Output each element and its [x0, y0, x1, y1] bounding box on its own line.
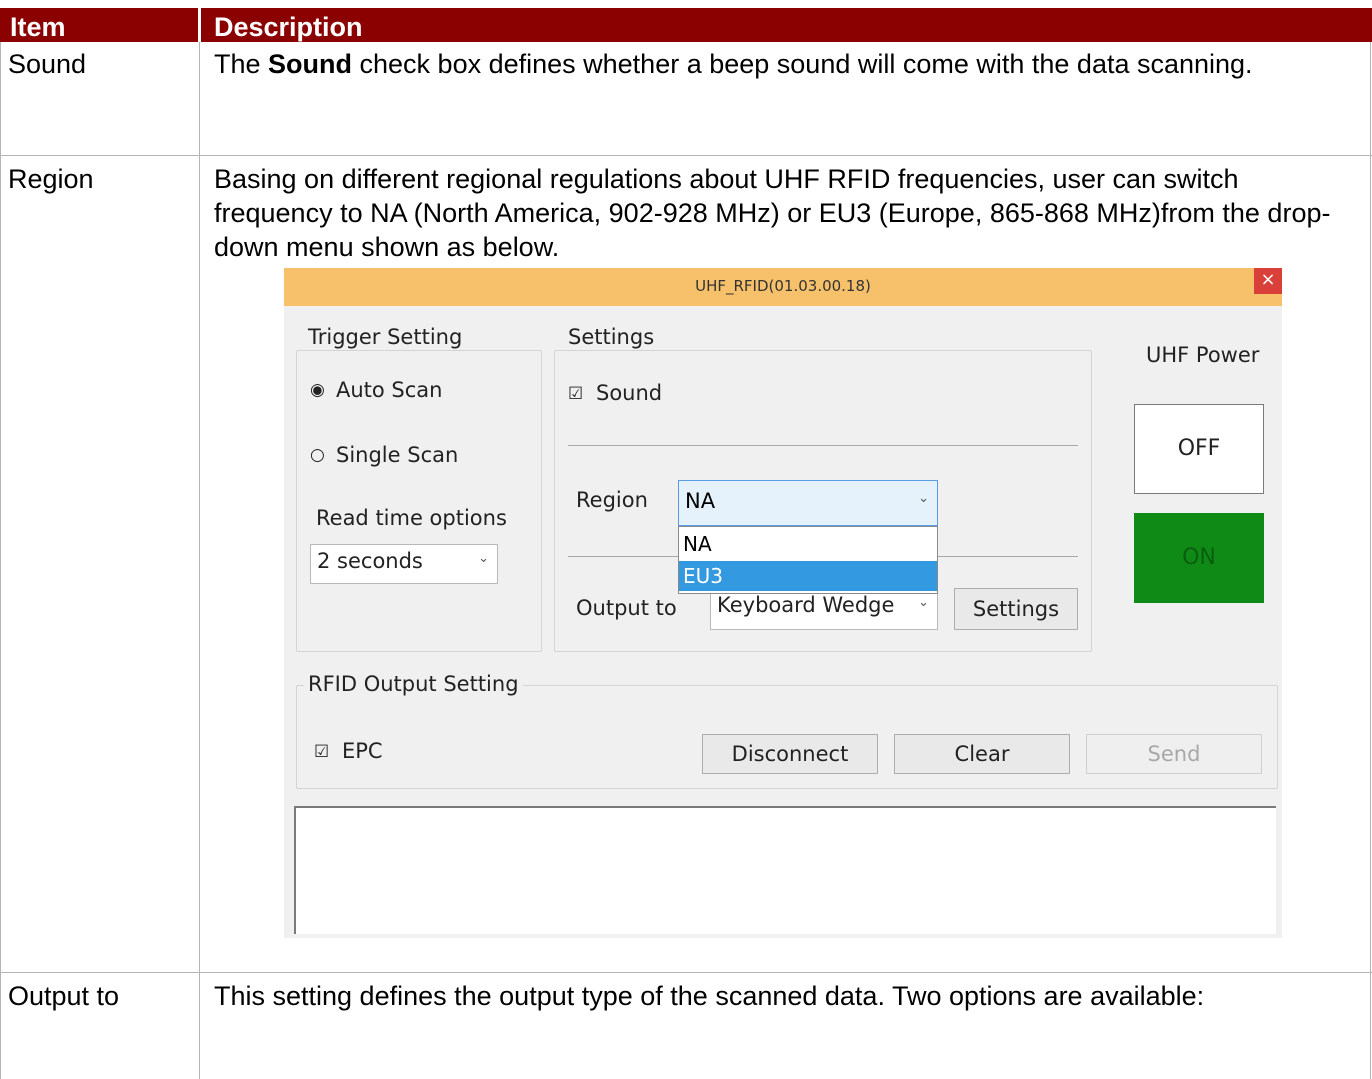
output-select[interactable]: Keyboard Wedge ⌄ [710, 588, 938, 630]
row-sound-item: Sound [8, 49, 87, 79]
chevron-down-icon: ⌄ [918, 595, 929, 610]
send-button[interactable]: Send [1086, 734, 1262, 774]
auto-scan-label[interactable]: Auto Scan [336, 378, 443, 402]
table-column-divider [199, 42, 200, 1079]
desc-bold: Sound [268, 49, 353, 79]
region-label: Region [576, 488, 648, 512]
sound-checkbox-icon[interactable]: ☑ [568, 384, 583, 404]
epc-checkbox-icon[interactable]: ☑ [314, 742, 329, 762]
read-time-label: Read time options [316, 506, 507, 530]
row-divider [0, 155, 1372, 156]
uhf-rfid-dialog: UHF_RFID(01.03.00.18) × Trigger Setting … [284, 268, 1282, 938]
header-item: Item [10, 12, 66, 42]
row-region-description: Basing on different regional regulations… [214, 164, 1331, 262]
radio-selected-icon[interactable]: ◉ [310, 380, 325, 400]
read-time-value: 2 seconds [317, 549, 423, 573]
header-divider [198, 8, 201, 42]
header-description: Description [214, 12, 363, 42]
settings-button[interactable]: Settings [954, 588, 1078, 630]
trigger-setting-label: Trigger Setting [304, 325, 467, 349]
epc-label[interactable]: EPC [342, 739, 383, 763]
settings-divider [568, 445, 1078, 446]
desc-text: check box defines whether a beep sound w… [352, 49, 1253, 79]
power-on-button[interactable]: ON [1134, 513, 1264, 603]
close-icon[interactable]: × [1254, 268, 1282, 294]
output-value: Keyboard Wedge [717, 593, 895, 617]
settings-group-label: Settings [564, 325, 659, 349]
row-divider [0, 972, 1372, 973]
table-border-right [1370, 42, 1371, 1079]
dialog-titlebar: UHF_RFID(01.03.00.18) × [284, 268, 1282, 306]
region-select[interactable]: NA ⌄ [678, 480, 938, 526]
row-output-item: Output to [8, 981, 120, 1011]
table-header: Item Description [0, 8, 1372, 42]
rfid-output-label: RFID Output Setting [304, 672, 523, 696]
uhf-power-label: UHF Power [1146, 343, 1260, 367]
power-off-button[interactable]: OFF [1134, 404, 1264, 494]
clear-button[interactable]: Clear [894, 734, 1070, 774]
output-to-label: Output to [576, 596, 677, 620]
region-option-eu3[interactable]: EU3 [679, 561, 937, 591]
row-output-description: This setting defines the output type of … [214, 981, 1205, 1011]
row-sound-description: The Sound check box defines whether a be… [214, 47, 1364, 81]
output-textarea[interactable] [294, 806, 1276, 934]
read-time-select[interactable]: 2 seconds ⌄ [310, 544, 498, 584]
table-border-left [0, 42, 1, 1079]
region-option-na[interactable]: NA [679, 529, 937, 559]
chevron-down-icon: ⌄ [918, 491, 929, 506]
row-region-item: Region [8, 164, 94, 194]
disconnect-button[interactable]: Disconnect [702, 734, 878, 774]
desc-text: The [214, 49, 269, 79]
sound-label[interactable]: Sound [596, 381, 662, 405]
dialog-title: UHF_RFID(01.03.00.18) [695, 277, 871, 295]
radio-unselected-icon[interactable]: ○ [310, 445, 325, 465]
single-scan-label[interactable]: Single Scan [336, 443, 458, 467]
chevron-down-icon: ⌄ [478, 551, 489, 566]
region-dropdown-list: NA EU3 [678, 526, 938, 594]
region-value: NA [685, 489, 716, 513]
